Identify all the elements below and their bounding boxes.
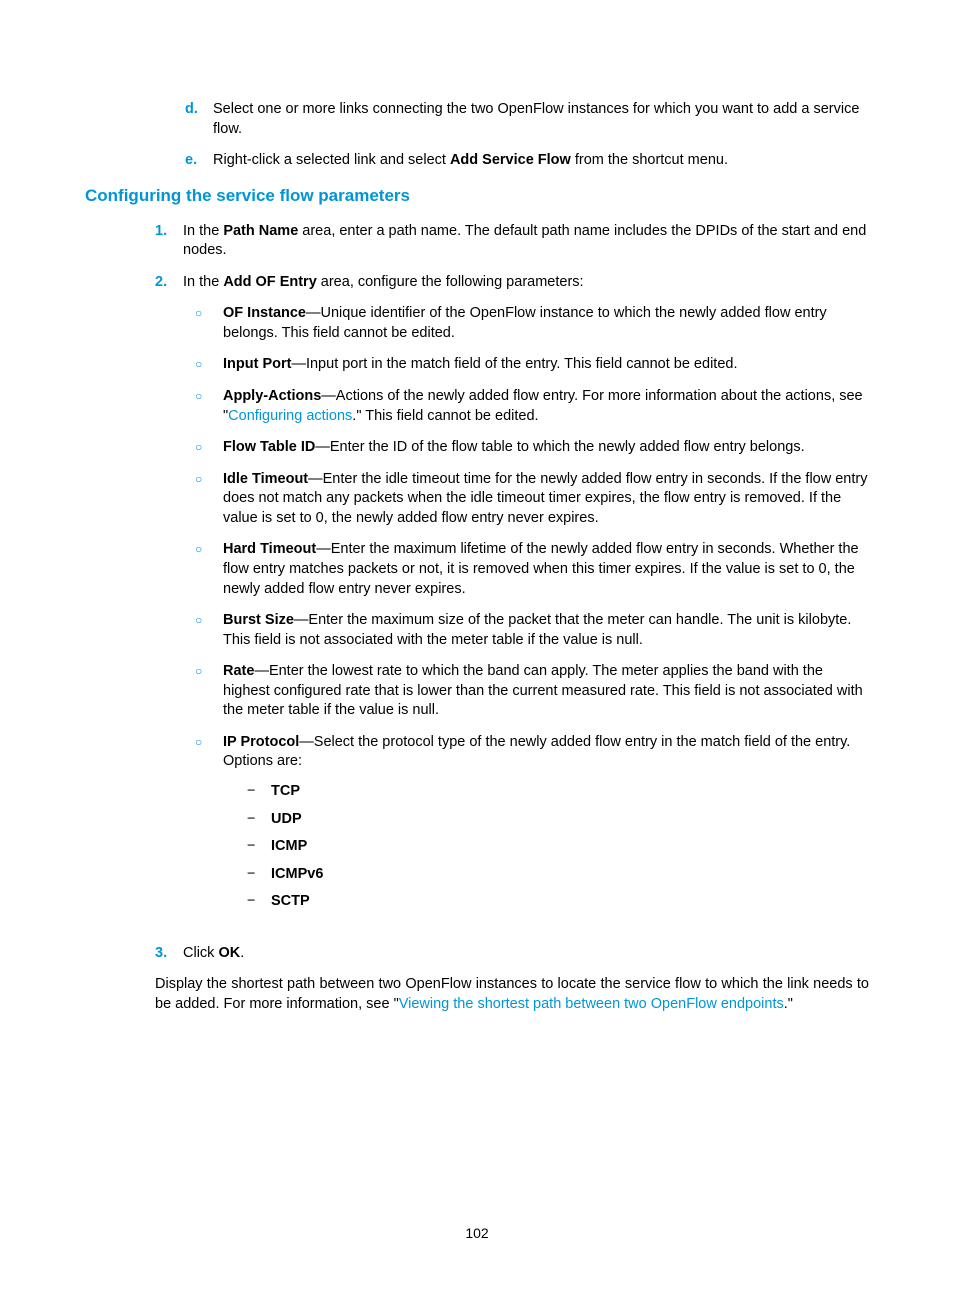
text: ." xyxy=(784,996,793,1012)
bold-text: OK xyxy=(218,945,240,961)
text: —Enter the maximum size of the packet th… xyxy=(223,612,851,648)
bullet-text: Flow Table ID—Enter the ID of the flow t… xyxy=(223,438,869,458)
text: —Input port in the match field of the en… xyxy=(291,356,737,372)
bullet-item: ○ Burst Size—Enter the maximum size of t… xyxy=(183,611,869,650)
bold-text: IP Protocol xyxy=(223,734,299,750)
dash-item: −TCP xyxy=(223,782,869,802)
bullet-list: ○ OF Instance—Unique identifier of the O… xyxy=(183,304,869,920)
dash-icon: − xyxy=(247,865,271,885)
protocol-name: UDP xyxy=(271,810,302,830)
bullet-text: Rate—Enter the lowest rate to which the … xyxy=(223,662,869,721)
text: Right-click a selected link and select xyxy=(213,152,450,168)
protocol-name: SCTP xyxy=(271,892,310,912)
text: from the shortcut menu. xyxy=(571,152,728,168)
page-number: 102 xyxy=(0,1225,954,1241)
text: In the xyxy=(183,274,223,290)
circle-icon: ○ xyxy=(195,304,223,343)
bullet-item: ○ Flow Table ID—Enter the ID of the flow… xyxy=(183,438,869,458)
bullet-item: ○ OF Instance—Unique identifier of the O… xyxy=(183,304,869,343)
circle-icon: ○ xyxy=(195,355,223,375)
bullet-item: ○ IP Protocol—Select the protocol type o… xyxy=(183,733,869,920)
text: —Enter the idle timeout time for the new… xyxy=(223,471,867,526)
list-marker: d. xyxy=(185,100,213,139)
text: ." This field cannot be edited. xyxy=(352,408,538,424)
bullet-item: ○ Hard Timeout—Enter the maximum lifetim… xyxy=(183,540,869,599)
circle-icon: ○ xyxy=(195,733,223,920)
document-page: d. Select one or more links connecting t… xyxy=(0,0,954,1075)
circle-icon: ○ xyxy=(195,438,223,458)
bullet-text: Apply-Actions—Actions of the newly added… xyxy=(223,387,869,426)
bold-text: Add Service Flow xyxy=(450,152,571,168)
bullet-text: Burst Size—Enter the maximum size of the… xyxy=(223,611,869,650)
list-item-3: 3. Click OK. xyxy=(85,944,869,964)
bold-text: Flow Table ID xyxy=(223,439,315,455)
link-viewing-shortest-path[interactable]: Viewing the shortest path between two Op… xyxy=(399,996,784,1012)
bold-text: Input Port xyxy=(223,356,291,372)
text: —Enter the ID of the flow table to which… xyxy=(315,439,804,455)
list-marker: 1. xyxy=(155,222,183,261)
protocol-name: ICMPv6 xyxy=(271,865,323,885)
link-configuring-actions[interactable]: Configuring actions xyxy=(228,408,352,424)
circle-icon: ○ xyxy=(195,540,223,599)
dash-icon: − xyxy=(247,810,271,830)
text: —Select the protocol type of the newly a… xyxy=(223,734,850,770)
text: —Enter the maximum lifetime of the newly… xyxy=(223,541,859,596)
bold-text: Path Name xyxy=(223,223,298,239)
bullet-item: ○ Rate—Enter the lowest rate to which th… xyxy=(183,662,869,721)
circle-icon: ○ xyxy=(195,662,223,721)
bullet-text: OF Instance—Unique identifier of the Ope… xyxy=(223,304,869,343)
bold-text: Hard Timeout xyxy=(223,541,316,557)
list-marker: 3. xyxy=(155,944,183,964)
list-text: In the Add OF Entry area, configure the … xyxy=(183,273,869,932)
dash-icon: − xyxy=(247,837,271,857)
bullet-text: Idle Timeout—Enter the idle timeout time… xyxy=(223,470,869,529)
bullet-text: IP Protocol—Select the protocol type of … xyxy=(223,733,869,920)
list-item-2: 2. In the Add OF Entry area, configure t… xyxy=(85,273,869,932)
bold-text: OF Instance xyxy=(223,305,306,321)
circle-icon: ○ xyxy=(195,387,223,426)
circle-icon: ○ xyxy=(195,611,223,650)
list-marker: e. xyxy=(185,151,213,171)
dash-item: −ICMP xyxy=(223,837,869,857)
text: In the xyxy=(183,223,223,239)
bold-text: Idle Timeout xyxy=(223,471,308,487)
dash-list: −TCP −UDP −ICMP −ICMPv6 −SCTP xyxy=(223,782,869,912)
dash-item: −UDP xyxy=(223,810,869,830)
bullet-text: Hard Timeout—Enter the maximum lifetime … xyxy=(223,540,869,599)
section-heading: Configuring the service flow parameters xyxy=(85,185,869,208)
list-item-d: d. Select one or more links connecting t… xyxy=(85,100,869,139)
bullet-item: ○ Apply-Actions—Actions of the newly add… xyxy=(183,387,869,426)
numbered-list: 1. In the Path Name area, enter a path n… xyxy=(85,222,869,964)
dash-icon: − xyxy=(247,782,271,802)
bold-text: Burst Size xyxy=(223,612,294,628)
text: . xyxy=(240,945,244,961)
circle-icon: ○ xyxy=(195,470,223,529)
text: —Unique identifier of the OpenFlow insta… xyxy=(223,305,827,341)
bullet-item: ○ Input Port—Input port in the match fie… xyxy=(183,355,869,375)
list-text: Click OK. xyxy=(183,944,869,964)
bold-text: Rate xyxy=(223,663,254,679)
bullet-item: ○ Idle Timeout—Enter the idle timeout ti… xyxy=(183,470,869,529)
alpha-list: d. Select one or more links connecting t… xyxy=(85,100,869,171)
list-text: Select one or more links connecting the … xyxy=(213,100,869,139)
list-item-1: 1. In the Path Name area, enter a path n… xyxy=(85,222,869,261)
bold-text: Apply-Actions xyxy=(223,388,321,404)
list-text: Right-click a selected link and select A… xyxy=(213,151,869,171)
bullet-text: Input Port—Input port in the match field… xyxy=(223,355,869,375)
text: area, configure the following parameters… xyxy=(317,274,584,290)
dash-item: −ICMPv6 xyxy=(223,865,869,885)
protocol-name: ICMP xyxy=(271,837,307,857)
list-marker: 2. xyxy=(155,273,183,932)
list-item-e: e. Right-click a selected link and selec… xyxy=(85,151,869,171)
closing-paragraph: Display the shortest path between two Op… xyxy=(85,975,869,1014)
protocol-name: TCP xyxy=(271,782,300,802)
dash-icon: − xyxy=(247,892,271,912)
list-text: In the Path Name area, enter a path name… xyxy=(183,222,869,261)
text: Click xyxy=(183,945,218,961)
dash-item: −SCTP xyxy=(223,892,869,912)
bold-text: Add OF Entry xyxy=(223,274,316,290)
text: —Enter the lowest rate to which the band… xyxy=(223,663,863,718)
